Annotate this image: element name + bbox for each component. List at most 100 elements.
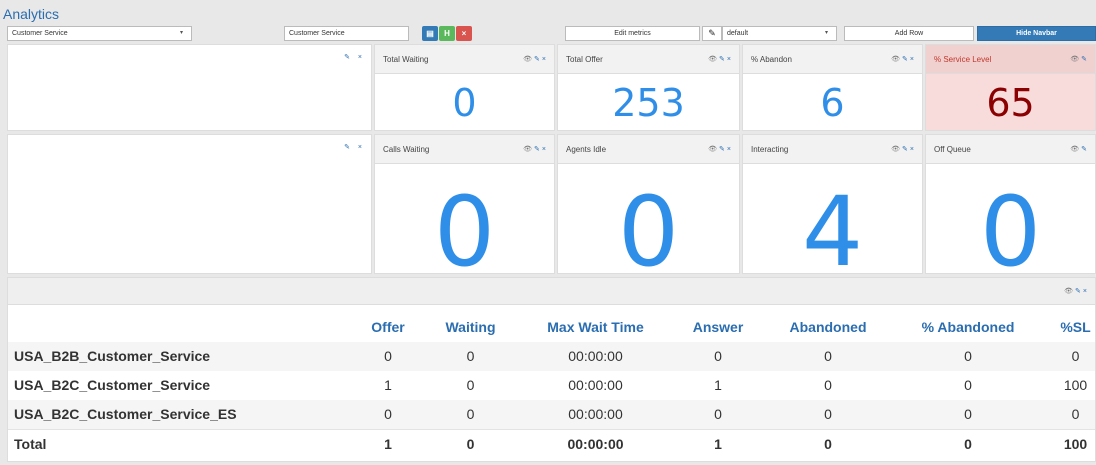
table-cell: 00:00:00 [567,436,624,452]
metric-card-header: Total Waiting 👁✎× [375,45,554,74]
add-row-button[interactable]: Add Row [844,26,974,41]
close-icon[interactable]: × [910,56,916,63]
table-cell: 00:00:00 [568,348,623,364]
table-cell: 100 [1063,436,1088,452]
metric-card-header: Interacting 👁✎× [743,135,922,164]
metric-value: 0 [617,176,680,274]
metric-card-header: % Abandon 👁✎× [743,45,922,74]
table-cell: 0 [384,406,392,422]
metric-value: 4 [801,176,864,274]
metric-label: Interacting [751,145,789,154]
metric-label: Total Offer [566,55,603,64]
column-header: Abandoned [789,319,867,335]
close-icon: × [461,29,467,38]
wrench-icon[interactable]: ✎ [902,146,910,153]
table-cell: 0 [824,348,832,364]
eye-icon[interactable]: 👁 [708,146,719,153]
metric-card: Agents Idle 👁✎× 0 [557,134,740,274]
table-row: USA_B2B_Customer_Service 0 0 00:00:00 0 … [8,342,1095,371]
empty-widget-2: ✎ × [7,134,372,274]
table-cell: 0 [964,377,972,393]
eye-icon[interactable]: 👁 [891,56,902,63]
table-row: USA_B2C_Customer_Service 1 0 00:00:00 1 … [8,371,1095,400]
edit-layout-button[interactable]: ✎ [702,26,722,41]
column-header: %SL [1060,319,1091,335]
metric-card-header: % Service Level 👁✎ [926,45,1095,74]
close-icon[interactable]: × [542,146,548,153]
total-label: Total [14,436,47,452]
table-cell: 0 [1071,406,1080,422]
edit-metrics-button[interactable]: Edit metrics [565,26,700,41]
eye-icon[interactable]: 👁 [1070,146,1081,153]
metric-label: Off Queue [934,145,971,154]
metric-card-header: Off Queue 👁✎ [926,135,1095,164]
name-input[interactable]: Customer Service [284,26,409,41]
table-cell: 00:00:00 [568,377,623,393]
wrench-icon[interactable]: ✎ [344,54,353,61]
table-cell: 1 [714,436,722,452]
column-header: Answer [692,319,744,335]
close-icon[interactable]: × [358,54,365,61]
metric-value: 0 [452,81,477,125]
close-icon[interactable]: × [358,144,365,151]
table-cell: 1 [714,377,722,393]
column-header: Max Wait Time [547,319,644,335]
queue-select[interactable]: Customer Service ▾ [7,26,192,41]
table-cell: 0 [466,377,475,393]
eye-icon[interactable]: 👁 [523,146,534,153]
metric-card-header: Agents Idle 👁✎× [558,135,739,164]
wrench-icon[interactable]: ✎ [902,56,910,63]
table-cell: 0 [824,377,832,393]
close-icon[interactable]: × [727,56,733,63]
metric-card-header: Calls Waiting 👁✎× [375,135,554,164]
metric-label: Agents Idle [566,145,607,154]
eye-icon[interactable]: 👁 [708,56,719,63]
h-icon: H [444,29,450,38]
metric-card-alert: % Service Level 👁✎ 65 [925,44,1096,131]
table-cell: 0 [1071,348,1080,364]
eye-icon[interactable]: 👁 [1064,288,1075,295]
metric-value: 0 [433,176,496,274]
wrench-icon[interactable]: ✎ [534,56,542,63]
eye-icon[interactable]: 👁 [1070,56,1081,63]
metric-card: % Abandon 👁✎× 6 [742,44,923,131]
eye-icon[interactable]: 👁 [523,56,534,63]
close-icon[interactable]: × [727,146,733,153]
metric-value: 0 [979,176,1042,274]
close-icon[interactable]: × [910,146,916,153]
close-icon[interactable]: × [542,56,548,63]
save-button[interactable]: ▤ [422,26,438,41]
table-cell: 1 [384,377,392,393]
table-cell: 00:00:00 [568,406,623,422]
table-cell: 0 [384,348,392,364]
wrench-icon[interactable]: ✎ [719,146,727,153]
wrench-icon[interactable]: ✎ [534,146,542,153]
chevron-down-icon: ▾ [179,30,183,36]
column-header: % Abandoned [921,319,1015,335]
column-header: Waiting [445,319,496,335]
table-header-row: Offer Waiting Max Wait Time Answer Aband… [8,313,1095,342]
metric-value: 65 [986,81,1035,125]
close-icon[interactable]: × [1083,288,1089,295]
wrench-icon[interactable]: ✎ [1081,146,1089,153]
wrench-icon[interactable]: ✎ [344,144,353,151]
layout-select[interactable]: default ▾ [722,26,837,41]
eye-icon[interactable]: 👁 [891,146,902,153]
metric-value: 6 [820,81,845,125]
metric-card: Interacting 👁✎× 4 [742,134,923,274]
delete-button[interactable]: × [456,26,472,41]
column-header: Offer [371,319,405,335]
green-action-button[interactable]: H [439,26,455,41]
wrench-icon[interactable]: ✎ [1081,56,1089,63]
queue-name: USA_B2B_Customer_Service [14,348,211,364]
hide-navbar-button[interactable]: Hide Navbar [977,26,1096,41]
wrench-icon[interactable]: ✎ [1075,288,1083,295]
wrench-icon[interactable]: ✎ [719,56,727,63]
widget-controls: ✎ × [344,53,365,61]
table-row: USA_B2C_Customer_Service_ES 0 0 00:00:00… [8,400,1095,429]
page-title: Analytics [3,6,60,22]
table-cell: 0 [824,436,832,452]
layout-select-value: default [727,30,749,37]
pencil-icon: ✎ [708,28,716,38]
table-cell: 0 [964,406,972,422]
